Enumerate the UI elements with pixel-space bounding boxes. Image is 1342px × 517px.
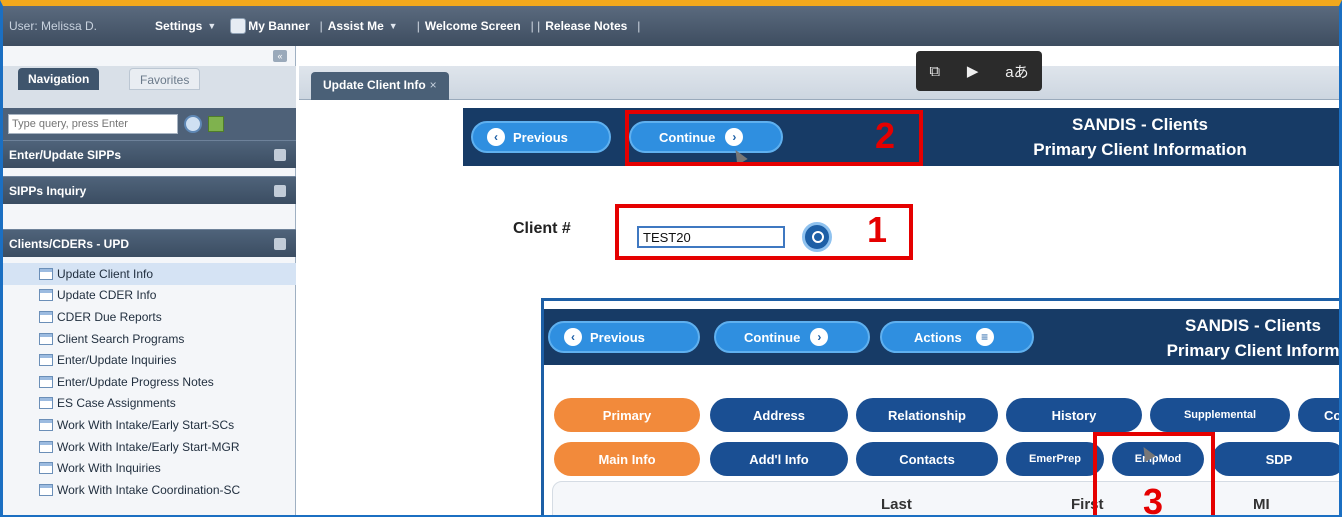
translate-icon[interactable]: aあ bbox=[1005, 61, 1028, 82]
inset-tab-row-2: Main Info Add'l Info Contacts EmerPrep E… bbox=[544, 442, 1339, 480]
welcome-screen-link[interactable]: Welcome Screen bbox=[425, 19, 521, 33]
list-item[interactable]: Work With Inquiries bbox=[3, 457, 296, 479]
menu-icon: ≡ bbox=[975, 328, 994, 346]
list-item[interactable]: Enter/Update Progress Notes bbox=[3, 371, 296, 393]
list-item[interactable]: ES Case Assignments bbox=[3, 393, 296, 415]
user-label: User: Melissa D. bbox=[9, 19, 98, 33]
pin-icon[interactable] bbox=[274, 149, 286, 161]
program-icon bbox=[39, 440, 53, 453]
tab-favorites[interactable]: Favorites bbox=[129, 68, 201, 90]
nav-list: Update Client Info Update CDER Info CDER… bbox=[3, 263, 296, 501]
list-item[interactable]: Update Client Info bbox=[3, 263, 296, 285]
home-icon[interactable] bbox=[208, 116, 224, 132]
program-icon bbox=[39, 267, 53, 280]
program-icon bbox=[39, 418, 53, 431]
section-sipps-inquiry[interactable]: SIPPs Inquiry bbox=[3, 176, 296, 204]
release-notes-link[interactable]: Release Notes bbox=[545, 19, 627, 33]
program-icon bbox=[39, 462, 53, 475]
pin-icon[interactable] bbox=[274, 238, 286, 250]
inset-continue-button[interactable]: Continue › bbox=[714, 321, 870, 353]
inset-grid-header: Last First MI bbox=[552, 481, 1339, 515]
inset-actions-button[interactable]: Actions ≡ bbox=[880, 321, 1034, 353]
banner-icon bbox=[230, 18, 247, 34]
program-icon bbox=[39, 375, 53, 388]
chevron-left-icon: ‹ bbox=[487, 128, 505, 146]
list-item[interactable]: Client Search Programs bbox=[3, 328, 296, 350]
tab-emerprep[interactable]: EmerPrep bbox=[1006, 442, 1104, 476]
pin-icon[interactable] bbox=[274, 185, 286, 197]
close-icon[interactable]: × bbox=[430, 78, 437, 92]
app-frame: User: Melissa D. Settings ▼ My Banner | … bbox=[0, 0, 1342, 517]
inset-header: ‹ Previous Continue › Actions ≡ SANDIS -… bbox=[544, 309, 1340, 365]
list-item[interactable]: Enter/Update Inquiries bbox=[3, 349, 296, 371]
tab-relationship[interactable]: Relationship bbox=[856, 398, 998, 432]
expand-icon[interactable]: ⧉ bbox=[929, 63, 940, 80]
callout-number-2: 2 bbox=[875, 115, 896, 156]
section-enter-update-sipps[interactable]: Enter/Update SIPPs bbox=[3, 140, 296, 168]
previous-button[interactable]: ‹ Previous bbox=[471, 121, 611, 153]
list-item[interactable]: CDER Due Reports bbox=[3, 306, 296, 328]
tab-update-client-info[interactable]: Update Client Info × bbox=[311, 72, 449, 100]
inset-tab-row-1: Primary Address Relationship History Sup… bbox=[544, 398, 1339, 436]
callout-number-1: 1 bbox=[867, 209, 888, 250]
tab-co[interactable]: Co bbox=[1298, 398, 1339, 432]
tab-main-info[interactable]: Main Info bbox=[554, 442, 700, 476]
tab-history[interactable]: History bbox=[1006, 398, 1142, 432]
tab-supplemental[interactable]: Supplemental bbox=[1150, 398, 1290, 432]
chevron-down-icon: ▼ bbox=[388, 21, 398, 31]
tab-sdp[interactable]: SDP bbox=[1212, 442, 1339, 476]
collapse-icon[interactable]: « bbox=[273, 50, 287, 62]
tab-label: Update Client Info bbox=[323, 78, 426, 92]
tab-address[interactable]: Address bbox=[710, 398, 848, 432]
section-label: Clients/CDERs - UPD bbox=[9, 237, 130, 251]
list-item[interactable]: Update CDER Info bbox=[3, 285, 296, 307]
column-mi: MI bbox=[1253, 496, 1270, 513]
search-icon[interactable] bbox=[184, 115, 202, 133]
nav-search-row bbox=[3, 108, 296, 140]
left-navigation: « Navigation Favorites Enter/Update SIPP… bbox=[3, 46, 296, 515]
chevron-left-icon: ‹ bbox=[564, 328, 582, 346]
inset-previous-button[interactable]: ‹ Previous bbox=[548, 321, 700, 353]
program-icon bbox=[39, 483, 53, 496]
program-icon bbox=[39, 397, 53, 410]
assist-me-menu[interactable]: Assist Me bbox=[328, 19, 384, 33]
inset-screenshot: ‹ Previous Continue › Actions ≡ SANDIS -… bbox=[541, 298, 1340, 515]
client-number-label: Client # bbox=[513, 220, 571, 237]
program-icon bbox=[39, 289, 53, 302]
tab-addl-info[interactable]: Add'l Info bbox=[710, 442, 848, 476]
chevron-down-icon: ▼ bbox=[207, 21, 217, 31]
document-tab-strip: Update Client Info × bbox=[299, 66, 1339, 100]
chevron-right-icon: › bbox=[810, 328, 829, 346]
column-last: Last bbox=[881, 496, 912, 513]
program-icon bbox=[39, 332, 53, 345]
inset-page-title: SANDIS - Clients Primary Client Inform bbox=[1166, 316, 1340, 360]
callout-number-3: 3 bbox=[1143, 481, 1164, 517]
section-clients-cders[interactable]: Clients/CDERs - UPD bbox=[3, 229, 296, 257]
tab-contacts[interactable]: Contacts bbox=[856, 442, 998, 476]
play-icon[interactable]: ▶ bbox=[967, 62, 979, 80]
list-item[interactable]: Work With Intake Coordination-SC bbox=[3, 479, 296, 501]
tab-navigation[interactable]: Navigation bbox=[18, 68, 100, 90]
floating-toolbar: ⧉ ▶ aあ bbox=[916, 51, 1042, 91]
settings-menu[interactable]: Settings bbox=[155, 19, 202, 33]
nav-search-input[interactable] bbox=[8, 114, 178, 134]
my-banner-link[interactable]: My Banner bbox=[248, 19, 309, 33]
section-label: SIPPs Inquiry bbox=[9, 184, 87, 198]
tab-primary[interactable]: Primary bbox=[554, 398, 700, 432]
top-banner: User: Melissa D. Settings ▼ My Banner | … bbox=[3, 6, 1339, 46]
list-item[interactable]: Work With Intake/Early Start-MGR bbox=[3, 436, 296, 458]
program-icon bbox=[39, 310, 53, 323]
program-icon bbox=[39, 354, 53, 367]
section-label: Enter/Update SIPPs bbox=[9, 148, 122, 162]
list-item[interactable]: Work With Intake/Early Start-SCs bbox=[3, 414, 296, 436]
page-title: SANDIS - Clients Primary Client Informat… bbox=[1033, 115, 1247, 159]
